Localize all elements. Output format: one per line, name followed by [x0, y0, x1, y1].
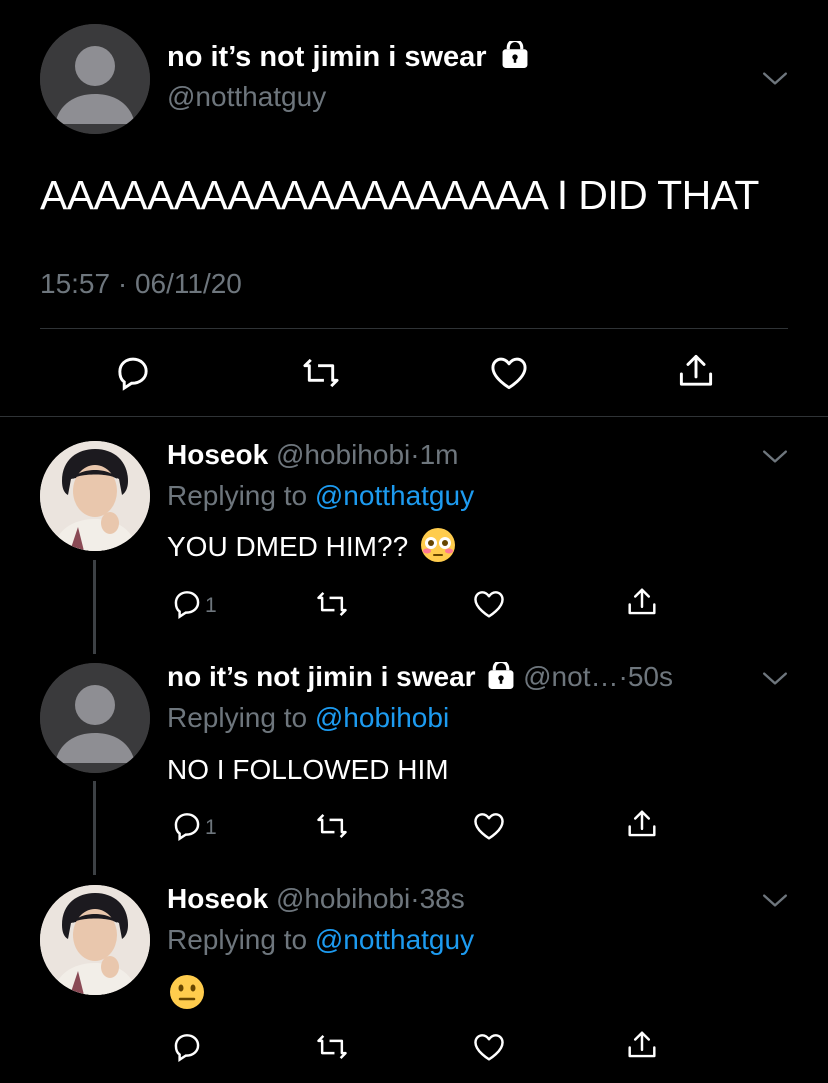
replying-to-link[interactable]: @notthatguy	[315, 924, 474, 955]
main-display-name-row: no it’s not jimin i swear	[167, 41, 529, 74]
lock-icon	[487, 661, 516, 690]
reply-display-name[interactable]: Hoseok	[167, 439, 268, 470]
retweet-icon[interactable]	[316, 588, 348, 620]
reply-avatar[interactable]	[40, 441, 150, 551]
chevron-down-icon[interactable]	[762, 448, 788, 464]
default-avatar-icon	[40, 24, 150, 134]
main-display-name[interactable]: no it’s not jimin i swear	[167, 41, 487, 73]
replying-to-link[interactable]: @notthatguy	[315, 480, 474, 511]
reply-icon[interactable]	[171, 588, 203, 620]
reply-header: Hoseok @hobihobi·38s	[167, 883, 465, 915]
reply-time-separator: ·	[410, 439, 420, 470]
reply-handle[interactable]: @hobihobi	[276, 439, 410, 470]
reply-icon[interactable]	[171, 810, 203, 842]
reply-display-name[interactable]: Hoseok	[167, 883, 268, 914]
replying-to-link[interactable]: @hobihobi	[315, 702, 449, 733]
main-handle[interactable]: @notthatguy	[167, 81, 326, 113]
replying-to-line: Replying to @notthatguy	[167, 480, 474, 512]
divider	[40, 328, 788, 329]
reply-icon[interactable]	[114, 354, 152, 392]
reply-avatar[interactable]	[40, 885, 150, 995]
reply-time-separator: ·	[618, 661, 628, 692]
lock-icon	[500, 41, 529, 70]
reply-header: no it’s not jimin i swear @not…·50s	[167, 661, 673, 693]
flushed-face-icon	[420, 527, 455, 562]
like-icon[interactable]	[490, 354, 528, 392]
share-icon[interactable]	[677, 352, 715, 390]
share-icon[interactable]	[626, 586, 658, 618]
replying-to-prefix: Replying to	[167, 924, 308, 955]
reply-display-name[interactable]: no it’s not jimin i swear	[167, 661, 476, 692]
neutral-face-icon	[170, 975, 204, 1009]
reply-time[interactable]: 1m	[420, 439, 459, 470]
chevron-down-icon[interactable]	[762, 670, 788, 686]
main-tweet-text: AAAAAAAAAAAAAAAAAAA I DID THAT	[40, 172, 759, 218]
share-icon[interactable]	[626, 1029, 658, 1061]
reply-icon[interactable]	[171, 1031, 203, 1063]
main-timestamp: 15:57 · 06/11/20	[40, 268, 242, 299]
reply-text: NO I FOLLOWED HIM	[167, 754, 449, 785]
reply-count: 1	[205, 816, 217, 839]
replying-to-prefix: Replying to	[167, 480, 308, 511]
profile-photo-icon	[40, 441, 150, 551]
chevron-down-icon[interactable]	[762, 70, 788, 86]
reply-text: YOU DMED HIM??	[167, 531, 409, 562]
reply-time-separator: ·	[410, 883, 420, 914]
replying-to-prefix: Replying to	[167, 702, 308, 733]
section-divider	[0, 416, 828, 417]
reply-handle[interactable]: @hobihobi	[276, 883, 410, 914]
default-avatar-icon	[40, 663, 150, 773]
reply-header: Hoseok @hobihobi·1m	[167, 439, 458, 471]
reply-count: 1	[205, 594, 217, 617]
retweet-icon[interactable]	[316, 1031, 348, 1063]
profile-photo-icon	[40, 885, 150, 995]
thread-line	[93, 560, 96, 654]
reply-time[interactable]: 50s	[628, 661, 673, 692]
reply-time[interactable]: 38s	[420, 883, 465, 914]
thread-line	[93, 781, 96, 875]
author-avatar[interactable]	[40, 24, 150, 134]
like-icon[interactable]	[473, 810, 505, 842]
replying-to-line: Replying to @hobihobi	[167, 702, 449, 734]
reply-text-row: YOU DMED HIM??	[167, 527, 456, 563]
share-icon[interactable]	[626, 808, 658, 840]
replying-to-line: Replying to @notthatguy	[167, 924, 474, 956]
like-icon[interactable]	[473, 588, 505, 620]
like-icon[interactable]	[473, 1031, 505, 1063]
reply-handle[interactable]: @not…	[523, 661, 618, 692]
retweet-icon[interactable]	[316, 810, 348, 842]
chevron-down-icon[interactable]	[762, 892, 788, 908]
retweet-icon[interactable]	[302, 354, 340, 392]
reply-avatar[interactable]	[40, 663, 150, 773]
